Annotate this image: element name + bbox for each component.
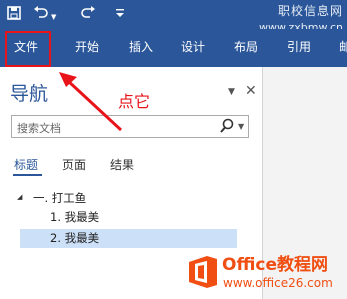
heading-item[interactable]: 一. 打工鱼 [33,191,86,206]
search-icon[interactable] [220,118,234,138]
heading-item[interactable]: 1. 我最美 [50,210,99,225]
navigation-pane-title: 导航 [10,83,49,105]
search-options-dropdown-icon[interactable]: ▼ [238,122,244,131]
tab-references[interactable]: 引用 [287,39,311,55]
brand-name: Office教程网 [222,255,329,275]
annotation-text: 点它 [118,92,151,111]
close-icon[interactable]: ✕ [245,83,257,99]
office-logo-icon [186,254,220,294]
tab-insert[interactable]: 插入 [129,39,153,55]
tab-results[interactable]: 结果 [110,157,134,173]
tab-home[interactable]: 开始 [75,39,99,55]
tab-pages[interactable]: 页面 [62,157,86,173]
undo-icon[interactable] [33,6,49,24]
brand-url: www.office26.com [223,276,333,290]
active-tab-underline [13,174,42,176]
save-icon[interactable] [7,6,21,24]
watermark-site-name: 职校信息网 [277,4,343,18]
pane-options-dropdown-icon[interactable]: ▼ [228,87,235,97]
annotation-arrow [59,72,123,132]
redo-icon[interactable] [80,6,96,24]
undo-dropdown-icon[interactable]: ▼ [51,9,56,25]
customize-qat-icon[interactable] [116,8,124,24]
tab-design[interactable]: 设计 [181,39,205,55]
search-document-input[interactable]: 搜索文档 ▼ [11,115,249,138]
heading-item-selected[interactable]: 2. 我最美 [50,231,99,246]
tab-layout[interactable]: 布局 [234,39,258,55]
file-tab-highlight-box [5,31,51,67]
collapse-arrow-icon[interactable]: ◢ [17,193,22,201]
tab-mailings[interactable]: 邮 [339,39,347,55]
tab-headings[interactable]: 标题 [14,157,38,173]
